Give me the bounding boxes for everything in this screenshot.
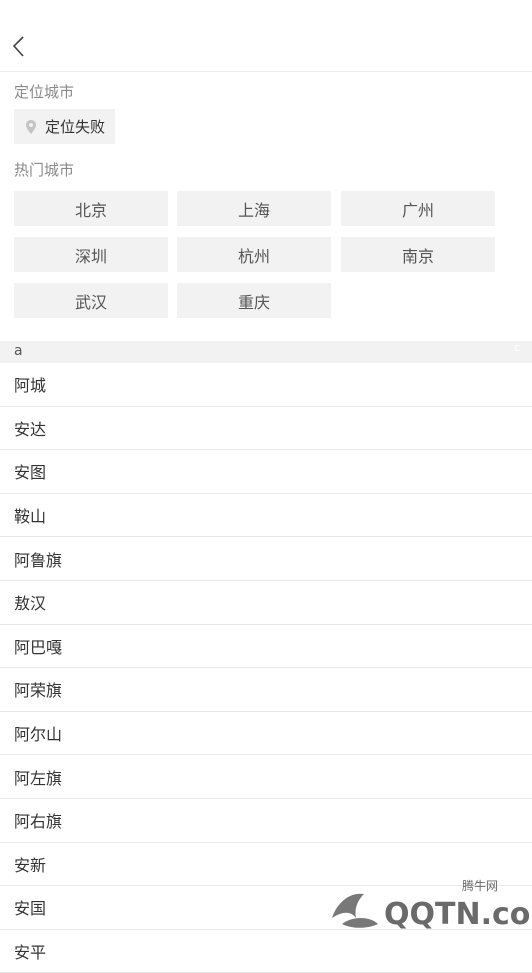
hot-city-chip[interactable]: 北京 <box>14 191 168 226</box>
location-section-label: 定位城市 <box>14 83 75 101</box>
location-pin-icon <box>26 119 36 134</box>
top-bar <box>0 0 532 72</box>
city-list-item[interactable]: 阿左旗 <box>0 755 532 799</box>
hot-city-chip[interactable]: 重庆 <box>177 283 331 318</box>
city-list-item[interactable]: 阿城 <box>0 363 532 407</box>
hot-city-chip[interactable]: 武汉 <box>14 283 168 318</box>
hot-city-chip[interactable]: 广州 <box>341 191 495 226</box>
index-letter: a <box>14 343 23 359</box>
location-status-text: 定位失败 <box>45 118 106 136</box>
site-watermark: QQTN.com 腾牛网 <box>332 878 532 932</box>
city-list-item[interactable]: 阿巴嘎 <box>0 625 532 669</box>
hot-city-chip[interactable]: 上海 <box>177 191 331 226</box>
hot-cities-section-label: 热门城市 <box>14 161 75 179</box>
index-letter-header: a c <box>0 341 532 363</box>
city-list-item[interactable]: 安达 <box>0 407 532 451</box>
back-button[interactable] <box>6 28 34 64</box>
hot-city-chip[interactable]: 深圳 <box>14 237 168 272</box>
city-list-item[interactable]: 阿荣旗 <box>0 668 532 712</box>
city-list-item[interactable]: 安图 <box>0 450 532 494</box>
chevron-left-icon <box>12 36 24 57</box>
city-list-item[interactable]: 阿尔山 <box>0 712 532 756</box>
hot-city-chip[interactable]: 杭州 <box>177 237 331 272</box>
watermark-cn-text: 腾牛网 <box>462 878 498 893</box>
location-status-button[interactable]: 定位失败 <box>14 109 115 144</box>
city-list-item[interactable]: 阿右旗 <box>0 799 532 843</box>
side-index-marker[interactable]: c <box>514 341 520 354</box>
city-list-item[interactable]: 敖汉 <box>0 581 532 625</box>
watermark-site-text: QQTN.com <box>384 897 532 932</box>
hot-city-chip[interactable]: 南京 <box>341 237 495 272</box>
city-list-item[interactable]: 鞍山 <box>0 494 532 538</box>
city-list-item[interactable]: 阿鲁旗 <box>0 537 532 581</box>
